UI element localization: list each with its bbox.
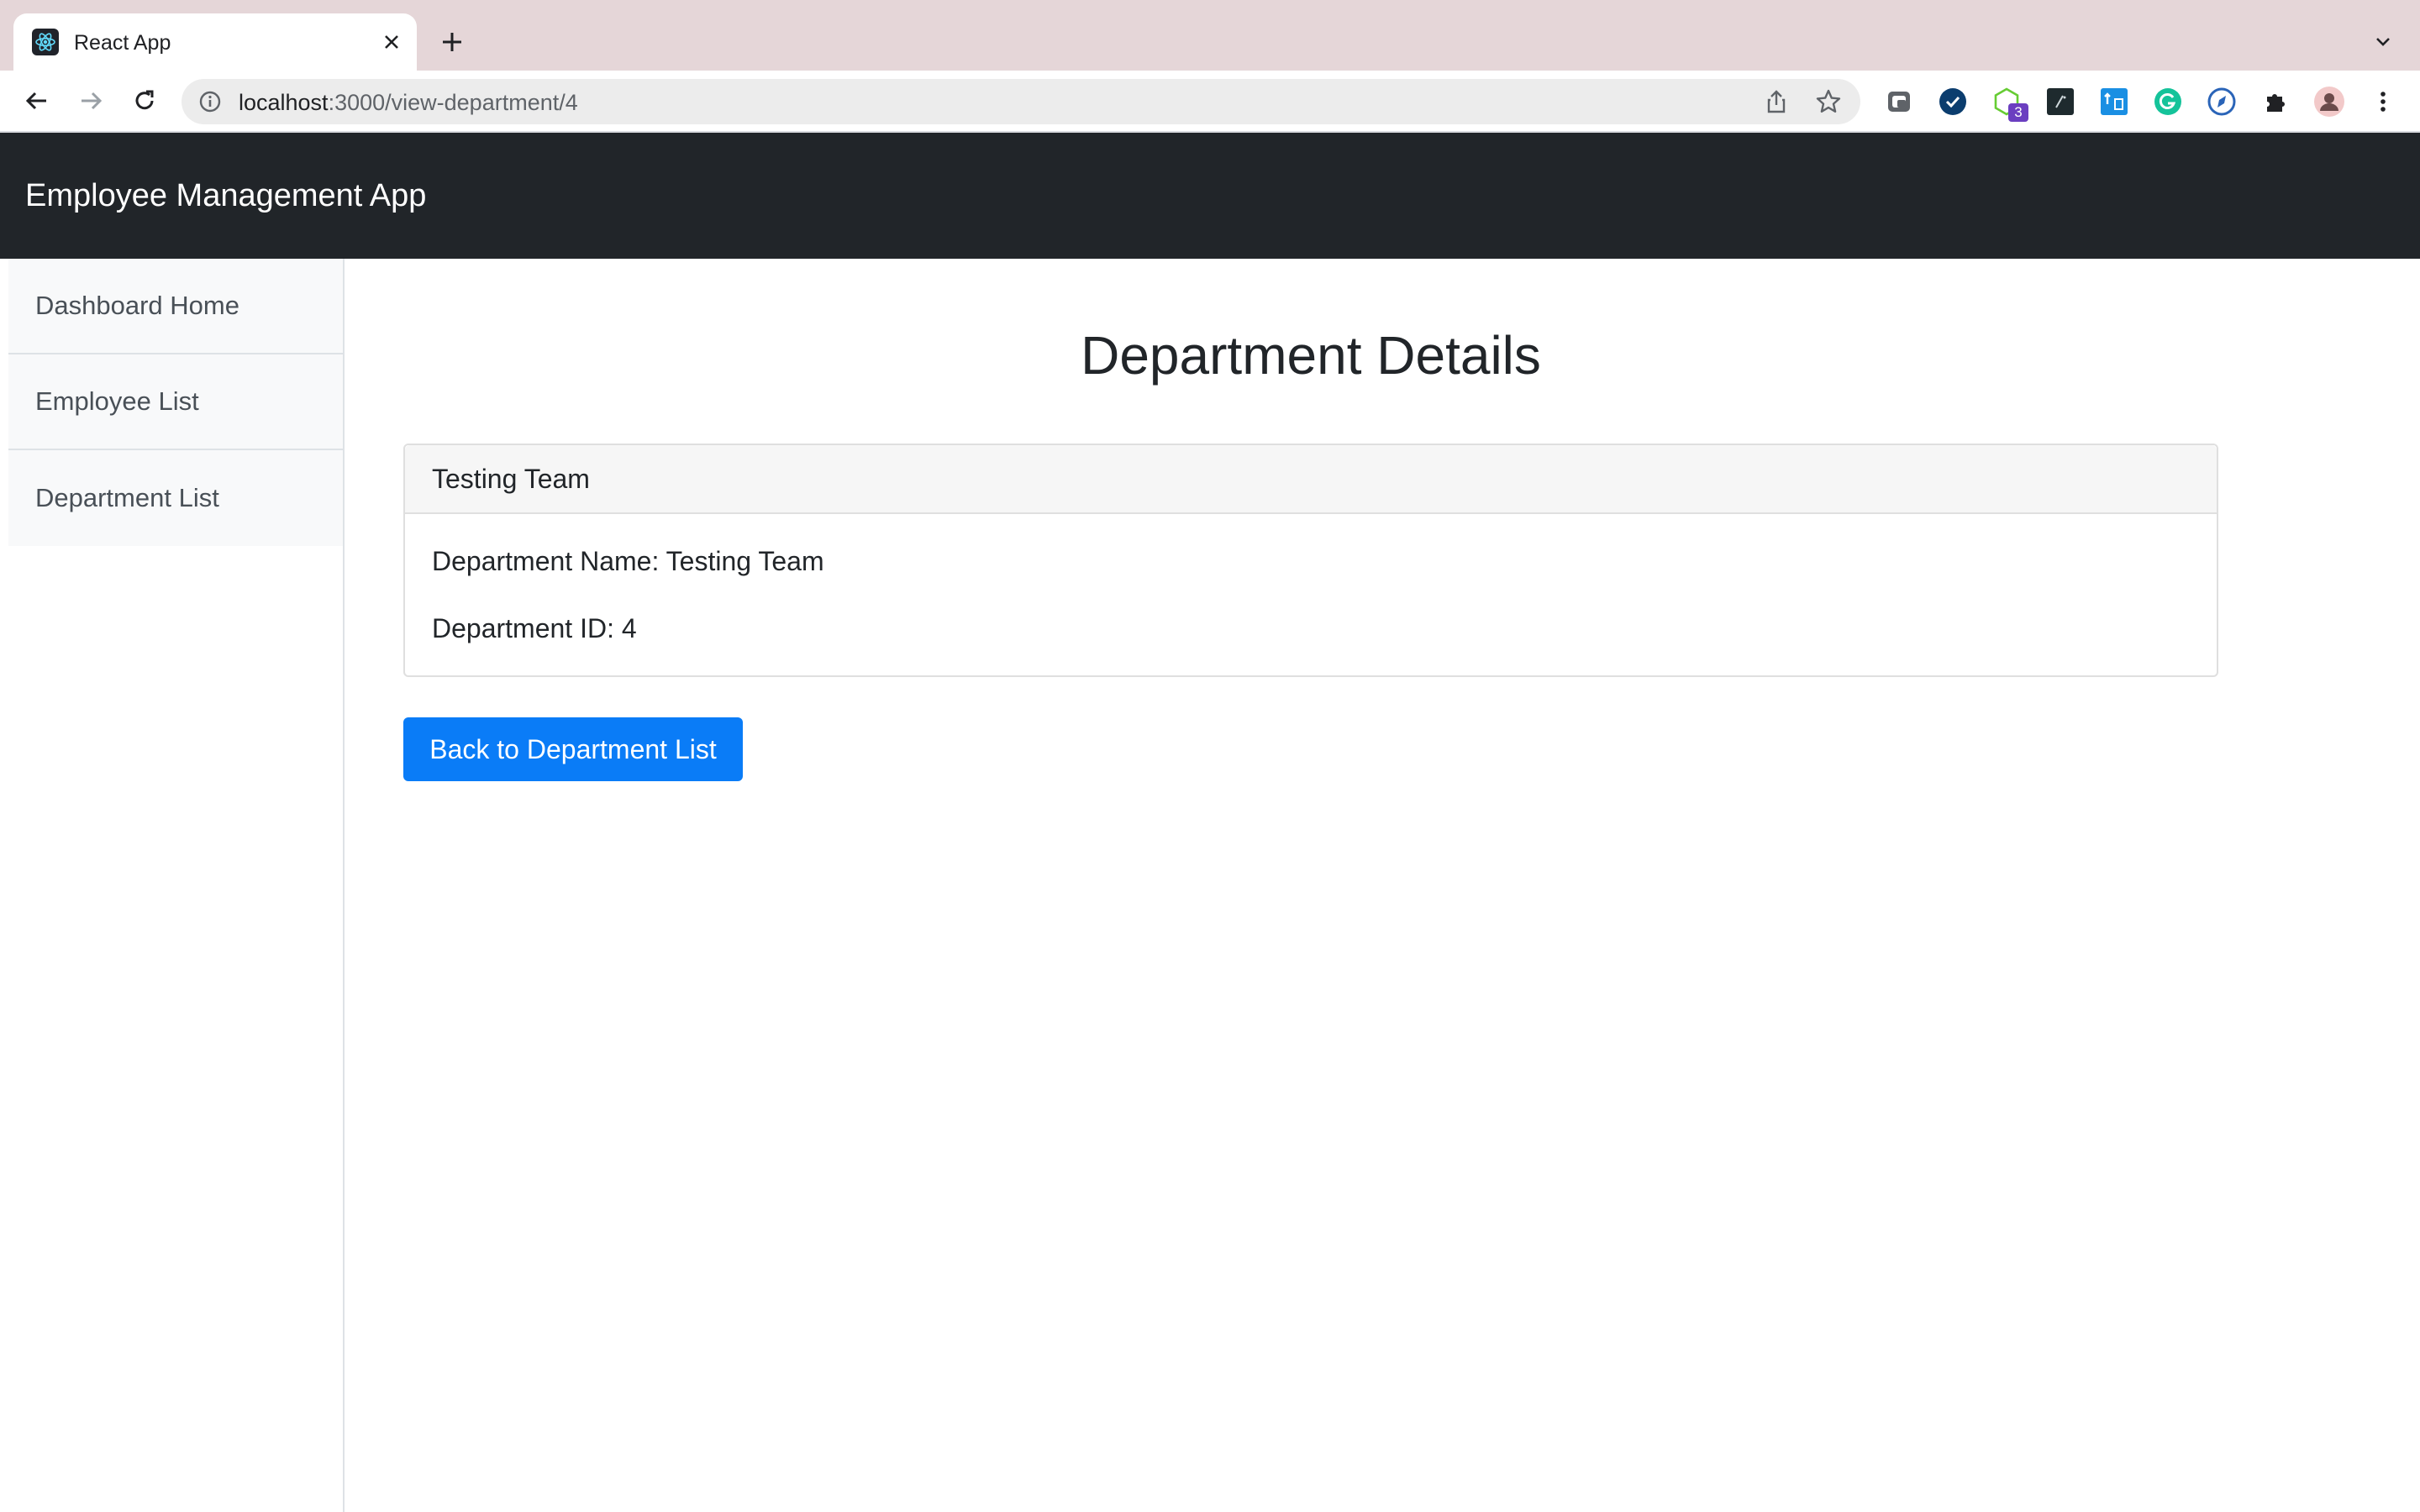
react-logo-icon [32,29,59,55]
extension-badge: 3 [2008,103,2028,122]
translate-extension-icon[interactable] [2097,85,2131,118]
chevron-down-icon[interactable] [2365,24,2402,60]
forward-arrow-icon[interactable] [72,82,109,119]
department-card: Testing Team Department Name: Testing Te… [403,444,2218,677]
compass-extension-icon[interactable] [2205,85,2238,118]
browser-tabstrip: React App [0,0,2420,71]
kebab-menu-icon[interactable] [2366,85,2400,118]
app-brand[interactable]: Employee Management App [25,178,426,214]
back-to-department-list-button[interactable]: Back to Department List [403,717,743,781]
profile-avatar-icon[interactable] [2312,85,2346,118]
tab-title: React App [74,31,171,55]
terminal-extension-icon[interactable] [2044,85,2077,118]
info-icon[interactable] [198,90,222,113]
department-id-text: Department ID: 4 [432,613,637,643]
browser-toolbar: localhost:3000/view-department/4 3 [0,71,2420,133]
department-name-text: Department Name: Testing Team [432,546,824,576]
page-title: Department Details [1081,325,1541,386]
reload-icon[interactable] [126,82,163,119]
nodejs-extension-icon[interactable]: 3 [1990,85,2028,122]
close-icon[interactable] [376,27,407,57]
grammarly-icon[interactable] [2151,85,2185,118]
url-path: :3000/view-department/4 [328,90,578,115]
address-bar[interactable]: localhost:3000/view-department/4 [182,79,1860,124]
back-arrow-icon[interactable] [18,82,55,119]
puzzle-icon[interactable] [2259,85,2292,118]
sidebar-item-department-list[interactable]: Department List [8,450,343,546]
sidebar-item-dashboard-home[interactable]: Dashboard Home [8,259,343,354]
new-tab-icon[interactable] [434,24,471,60]
browser-tab[interactable]: React App [13,13,417,71]
app-navbar: Employee Management App [0,133,2420,259]
extension-icon[interactable] [1882,85,1916,118]
sidebar: Dashboard Home Employee List Department … [0,259,345,1512]
checkmark-extension-icon[interactable] [1936,85,1970,118]
card-header: Testing Team [405,445,2217,514]
url-host: localhost [239,90,329,115]
url-text[interactable]: localhost:3000/view-department/4 [239,90,578,116]
sidebar-item-employee-list[interactable]: Employee List [8,354,343,450]
share-icon[interactable] [1763,88,1790,115]
bookmark-star-icon[interactable] [1815,88,1842,115]
